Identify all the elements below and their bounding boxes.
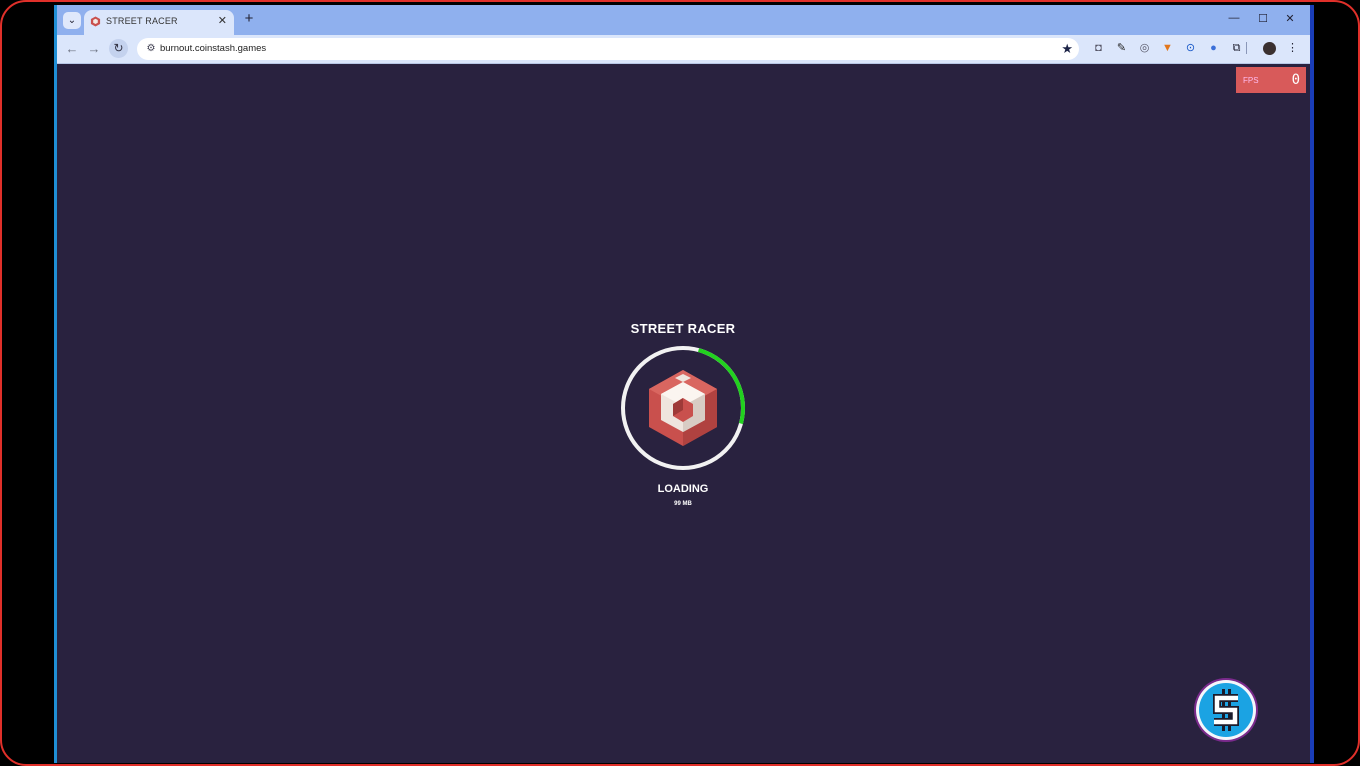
menu-icon[interactable]: ⋮ [1285,41,1300,56]
new-tab-button[interactable]: + [241,10,257,27]
close-window-button[interactable]: ✕ [1283,12,1297,25]
coinstash-button[interactable] [1193,677,1259,743]
tab-search-button[interactable]: ⌄ [63,12,81,29]
game-page[interactable]: FPS 0 STREET RACER LOADING 99 MB [57,64,1310,763]
tab-title: STREET RACER [106,16,178,26]
url-text[interactable]: burnout.coinstash.games [160,43,266,54]
loading-ring [621,346,745,470]
maximize-button[interactable]: ☐ [1256,12,1270,25]
fps-meter: FPS 0 [1236,67,1306,93]
ring-icon[interactable]: ⊙ [1183,41,1198,56]
address-bar[interactable]: ⚙ burnout.coinstash.games ★ [137,38,1079,60]
fps-label: FPS [1243,76,1259,85]
forward-button[interactable]: → [86,41,102,56]
minimize-button[interactable]: — [1227,12,1241,24]
toolbar-divider [1246,42,1247,54]
tab-street-racer[interactable]: STREET RACER ✕ [84,10,234,35]
cube-logo-icon [649,370,717,446]
screen-frame: ⌄ STREET RACER ✕ + — ☐ ✕ ← → ↻ ⚙ burnout… [0,0,1360,766]
fps-value: 0 [1291,72,1300,88]
avatar[interactable] [1263,42,1276,55]
game-title: STREET RACER [630,321,736,336]
puzzle-icon[interactable]: ⧉ [1229,41,1244,56]
site-settings-icon[interactable]: ⚙ [143,41,159,57]
loading-status: LOADING [657,483,709,495]
target-icon[interactable]: ◎ [1137,41,1152,56]
favicon-icon [90,16,101,27]
back-button[interactable]: ← [64,41,80,56]
tab-strip: ⌄ STREET RACER ✕ + — ☐ ✕ [57,5,1310,35]
circle-icon[interactable]: ● [1206,41,1221,56]
camera-icon[interactable]: ◘ [1091,41,1106,56]
browser-window: ⌄ STREET RACER ✕ + — ☐ ✕ ← → ↻ ⚙ burnout… [54,5,1314,763]
fox-icon[interactable]: ▼ [1160,41,1175,56]
browser-toolbar: ← → ↻ ⚙ burnout.coinstash.games ★ ◘ ✎ ◎ … [57,35,1310,64]
reload-button[interactable]: ↻ [109,39,128,58]
loading-size: 99 MB [674,501,692,507]
chevron-down-icon: ⌄ [67,15,77,26]
eyedropper-icon[interactable]: ✎ [1114,41,1129,56]
close-tab-icon[interactable]: ✕ [218,14,227,27]
dollar-icon [1213,689,1239,731]
bookmark-star-icon[interactable]: ★ [1061,41,1073,57]
